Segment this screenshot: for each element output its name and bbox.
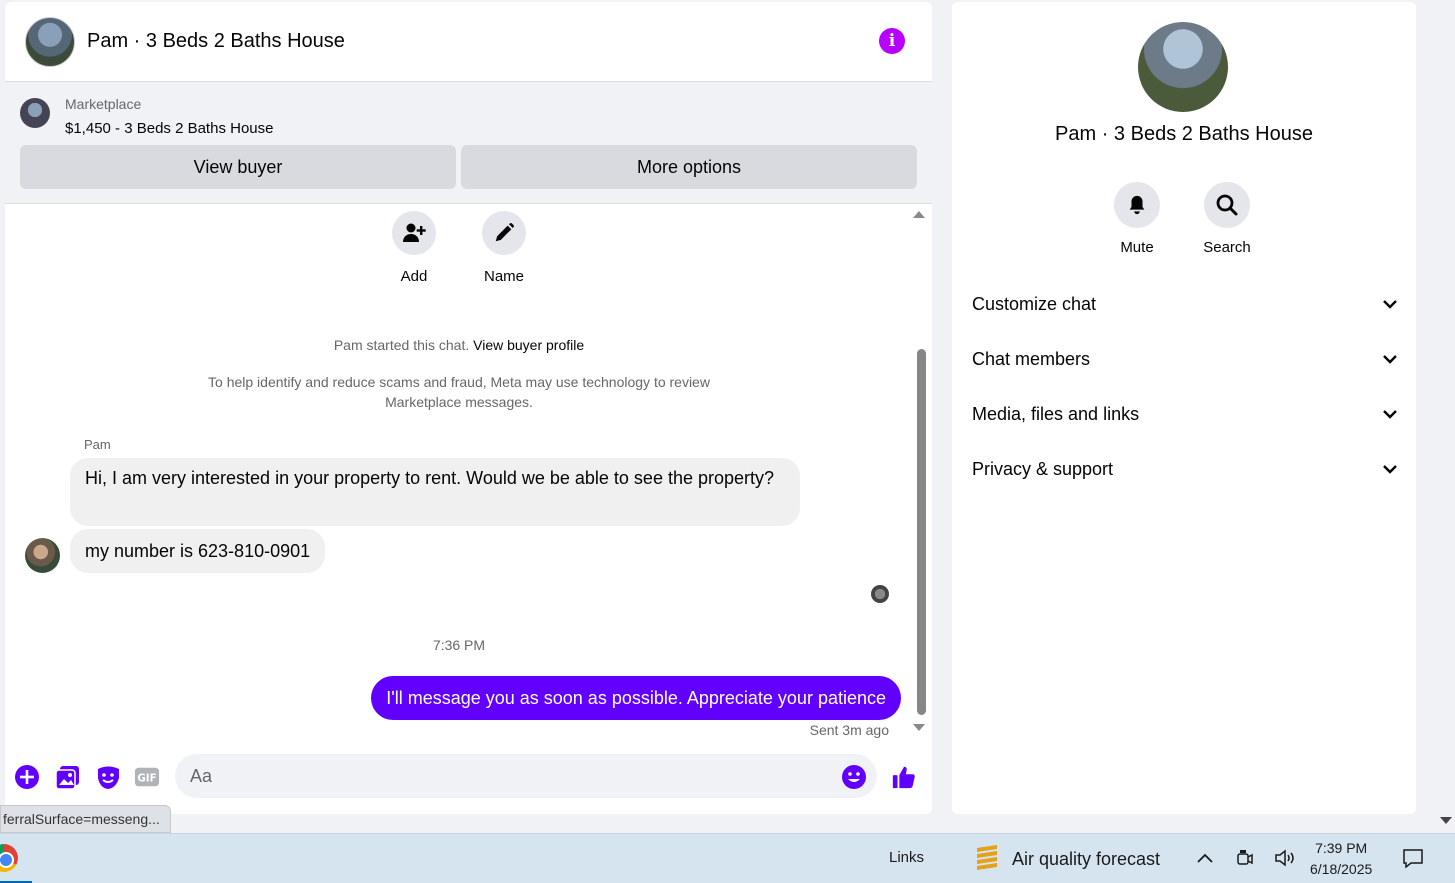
media-files-links-section[interactable]: Media, files and links (972, 394, 1398, 434)
like-icon[interactable] (891, 764, 917, 790)
chevron-down-icon (1383, 355, 1397, 364)
scroll-down-arrow[interactable] (913, 724, 925, 731)
chat-header: Pam · 3 Beds 2 Baths House i (5, 2, 932, 82)
listing-title[interactable]: $1,450 - 3 Beds 2 Baths House (65, 120, 273, 137)
scroll-up-arrow[interactable] (913, 211, 925, 218)
meet-now-icon[interactable] (1234, 847, 1256, 869)
info-title: Pam · 3 Beds 2 Baths House (1055, 123, 1313, 145)
add-person-icon (392, 211, 436, 255)
listing-thumbnail[interactable] (20, 98, 50, 128)
chat-title[interactable]: Pam · 3 Beds 2 Baths House (87, 30, 345, 53)
chevron-down-icon (1383, 300, 1397, 309)
chat-started-notice: Pam started this chat. View buyer profil… (5, 337, 913, 353)
svg-text:GIF: GIF (137, 774, 156, 785)
view-buyer-profile-link[interactable]: View buyer profile (473, 337, 584, 353)
scrollbar-thumb[interactable] (917, 349, 926, 715)
marketplace-label: Marketplace (65, 96, 142, 112)
read-receipt-avatar (871, 585, 889, 603)
notifications-icon[interactable] (1402, 847, 1424, 869)
add-member-button[interactable]: Add (374, 211, 454, 285)
sender-name: Pam (84, 437, 111, 452)
link-status-url: ferralSurface=messeng... (0, 805, 171, 833)
scam-notice: To help identify and reduce scams and fr… (208, 374, 710, 410)
profile-avatar[interactable] (1138, 22, 1228, 112)
message-input[interactable] (175, 754, 877, 798)
chrome-icon[interactable] (0, 844, 18, 872)
links-toolbar[interactable]: Links (889, 849, 924, 866)
chat-members-section[interactable]: Chat members (972, 339, 1398, 379)
taskbar: Links Air quality forecast 7:39 PM 6/18/… (0, 833, 1455, 883)
message-list[interactable]: Add Name Pam started this chat. View buy… (5, 205, 932, 745)
info-icon[interactable]: i (879, 28, 905, 54)
sticker-icon[interactable] (95, 764, 121, 790)
section-label: Customize chat (972, 293, 1097, 314)
pencil-icon (482, 211, 526, 255)
chat-avatar[interactable] (25, 16, 75, 67)
section-label: Chat members (972, 348, 1091, 369)
marketplace-banner: Marketplace $1,450 - 3 Beds 2 Baths Hous… (5, 82, 932, 204)
page-scroll-down-arrow[interactable] (1440, 817, 1452, 824)
clock-date: 6/18/2025 (1310, 861, 1373, 877)
sent-status: Sent 3m ago (809, 722, 889, 738)
clock-time: 7:39 PM (1315, 840, 1368, 856)
composer: GIF (5, 752, 932, 802)
section-label: Media, files and links (972, 403, 1140, 424)
chat-panel: Pam · 3 Beds 2 Baths House i Marketplace… (5, 2, 932, 814)
weather-widget[interactable]: Air quality forecast (1012, 849, 1160, 870)
chevron-down-icon (1383, 410, 1397, 419)
search-label: Search (1203, 239, 1251, 256)
chevron-down-icon (1383, 465, 1397, 474)
customize-chat-section[interactable]: Customize chat (972, 284, 1398, 324)
mute-button[interactable]: Mute (1092, 182, 1182, 256)
search-icon (1204, 182, 1250, 228)
system-clock[interactable]: 7:39 PM 6/18/2025 (1310, 838, 1372, 880)
started-text: Pam started this chat. (333, 337, 470, 353)
view-buyer-button[interactable]: View buyer (20, 145, 456, 189)
air-quality-icon[interactable] (974, 844, 1000, 872)
outgoing-message[interactable]: I'll message you as soon as possible. Ap… (371, 676, 901, 720)
photo-icon[interactable] (55, 764, 81, 790)
message-timestamp: 7:36 PM (432, 637, 486, 653)
privacy-support-section[interactable]: Privacy & support (972, 449, 1398, 489)
emoji-icon[interactable] (841, 764, 867, 790)
name-chat-label: Name (483, 268, 524, 285)
chat-info-panel: Pam · 3 Beds 2 Baths House Mute Search C… (952, 2, 1416, 814)
volume-icon[interactable] (1274, 847, 1296, 869)
plus-icon[interactable] (14, 764, 40, 790)
add-member-label: Add (400, 268, 428, 285)
bell-icon (1114, 182, 1160, 228)
name-chat-button[interactable]: Name (464, 211, 544, 285)
sender-avatar[interactable] (25, 538, 60, 573)
mute-label: Mute (1120, 239, 1154, 256)
section-label: Privacy & support (972, 458, 1114, 479)
more-options-button[interactable]: More options (461, 145, 917, 189)
incoming-message[interactable]: my number is 623-810-0901 (70, 529, 326, 573)
incoming-message[interactable]: Hi, I am very interested in your propert… (70, 458, 800, 526)
gif-icon[interactable]: GIF (134, 764, 160, 790)
chevron-up-icon[interactable] (1194, 847, 1216, 869)
search-button[interactable]: Search (1182, 182, 1272, 256)
